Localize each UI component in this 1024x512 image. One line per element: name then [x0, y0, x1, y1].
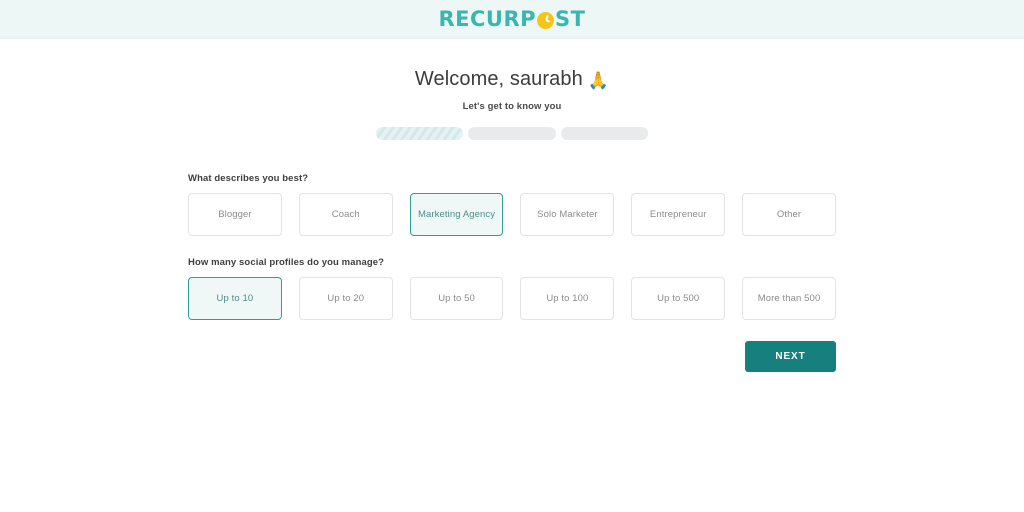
option-group-social-profiles: Up to 10 Up to 20 Up to 50 Up to 100 Up …: [188, 277, 836, 321]
option-up-to-500[interactable]: Up to 500: [631, 277, 726, 321]
option-up-to-10[interactable]: Up to 10: [188, 277, 282, 321]
page-title: Welcome, saurabh 🙏: [0, 67, 1024, 91]
next-button[interactable]: NEXT: [745, 341, 836, 373]
option-up-to-20[interactable]: Up to 20: [298, 277, 393, 321]
app-header: RECURP ST: [0, 0, 1024, 39]
question-label-social-profiles: How many social profiles do you manage?: [188, 257, 385, 269]
option-label: Up to 50: [438, 293, 475, 305]
option-label: More than 500: [757, 293, 821, 305]
option-solo-marketer[interactable]: Solo Marketer: [520, 193, 615, 237]
welcome-section: Welcome, saurabh 🙏 Let's get to know you: [0, 39, 1024, 141]
option-label: Up to 500: [657, 293, 700, 305]
welcome-title-text: Welcome, saurabh: [414, 68, 583, 90]
option-label: Other: [776, 209, 802, 221]
option-label: Up to 10: [216, 293, 254, 305]
recurpost-logo[interactable]: RECURP ST: [438, 6, 586, 31]
page-subtitle: Let's get to know you: [462, 101, 562, 113]
question-label-describes-you: What describes you best?: [188, 173, 309, 185]
form-actions: NEXT: [188, 341, 836, 373]
option-label: Up to 20: [327, 293, 365, 305]
option-marketing-agency[interactable]: Marketing Agency: [409, 193, 504, 237]
folded-hands-icon: 🙏: [587, 71, 610, 90]
logo-text-right: ST: [555, 6, 586, 31]
option-label: Entrepreneur: [649, 209, 707, 221]
option-more-than-500[interactable]: More than 500: [742, 277, 836, 321]
progress-step-3: [560, 127, 648, 141]
option-label: Blogger: [218, 209, 252, 221]
clock-icon: [537, 11, 555, 29]
option-other[interactable]: Other: [742, 193, 836, 237]
progress-step-1: [376, 127, 464, 141]
onboarding-form: What describes you best? Blogger Coach M…: [188, 173, 836, 373]
option-blogger[interactable]: Blogger: [188, 193, 282, 237]
option-label: Up to 100: [546, 293, 589, 305]
option-label: Coach: [331, 209, 360, 221]
option-coach[interactable]: Coach: [298, 193, 393, 237]
option-label: Solo Marketer: [537, 209, 598, 221]
option-up-to-50[interactable]: Up to 50: [409, 277, 504, 321]
option-entrepreneur[interactable]: Entrepreneur: [631, 193, 726, 237]
progress-step-2: [468, 127, 556, 141]
option-up-to-100[interactable]: Up to 100: [520, 277, 615, 321]
option-label: Marketing Agency: [418, 209, 496, 221]
logo-text-left: RECURP: [438, 6, 537, 31]
option-group-describes-you: Blogger Coach Marketing Agency Solo Mark…: [188, 193, 836, 237]
onboarding-progress: [376, 127, 648, 141]
